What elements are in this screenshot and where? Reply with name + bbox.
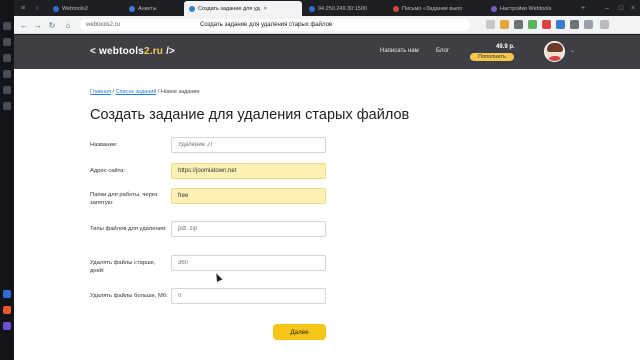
reload-icon[interactable]: ↻ [46,19,58,31]
telegram-icon[interactable] [3,290,11,298]
ext-puzzle-icon[interactable] [570,20,579,29]
page-title-in-bar: Создать задание для удаления старых файл… [200,22,333,28]
page-content: Главная / Список заданий / Новое задание… [14,69,640,360]
settings-icon[interactable] [3,102,11,110]
tab-settings[interactable]: Настройки Webtools [486,1,574,16]
close-window-icon[interactable]: × [628,3,638,13]
balance: 49.9 р. [496,44,515,50]
avatar-hair [547,43,563,52]
new-tab-icon[interactable]: + [578,3,588,13]
tab-favicon [129,5,135,12]
name-label: Название: [90,142,118,148]
settings-ext-icon[interactable] [514,20,523,29]
bigger-label: Удалять файлы больше, Мб: [90,293,168,299]
tab-label: Создать задание для уд [198,5,260,12]
bookmarks-icon[interactable] [3,54,11,62]
tab-favicon [309,5,315,12]
bigger-mb-input[interactable] [171,288,326,304]
camera-icon[interactable] [486,20,495,29]
screen: ≡ › Webtools2 Анкеты Создать задание для… [0,0,640,360]
home-icon[interactable]: ⌂ [62,19,74,31]
tab-ankety[interactable]: Анкеты [124,1,182,16]
tab-favicon [189,5,195,12]
tab-create-task[interactable]: Создать задание для уд × [184,1,302,16]
tab-webtools2[interactable]: Webtools2 [48,1,122,16]
ext-blue-icon[interactable] [556,20,565,29]
site-input[interactable]: https://joomlatown.net [171,163,326,179]
url-text: webtools2.ru [86,22,121,28]
tab-search-icon[interactable]: › [32,3,42,13]
tab-label: 94.250.249.30:1500 [318,5,367,12]
profile-icon[interactable] [584,20,593,29]
tab-favicon [53,5,59,12]
breadcrumb-separator: / [157,89,160,95]
back-icon[interactable]: ← [18,19,30,31]
blog-link[interactable]: Блог [436,48,449,54]
site-header: < webtools2.ru /> Написать нам Блог 49.9… [14,35,640,69]
write-us-link[interactable]: Написать нам [380,48,419,54]
app-icon[interactable] [3,306,11,314]
breadcrumb-separator: / [112,89,114,95]
close-tab-icon[interactable]: × [264,6,267,12]
chevron-down-icon[interactable]: ⌄ [570,47,575,54]
vpn-icon[interactable] [3,322,11,330]
tab-strip: ≡ › Webtools2 Анкеты Создать задание для… [14,0,640,16]
browser-sidebar [0,0,14,360]
tab-mail[interactable]: Письмо «Задание выпо [388,1,484,16]
tab-label: Анкеты [138,5,157,12]
breadcrumb-tasks[interactable]: Список заданий [116,89,157,95]
logo-prefix: < webtools [90,46,144,57]
topup-button[interactable]: Пополнить [470,53,514,61]
tab-label: Настройки Webtools [500,5,552,12]
older-label: Удалять файлы старше, дней: [90,260,156,274]
site-label: Адрес сайта: [90,168,125,174]
breadcrumb-current: Новое задание [160,89,200,95]
history-icon[interactable] [3,38,11,46]
download-icon[interactable] [528,20,537,29]
name-input[interactable] [171,137,326,153]
tab-label: Письмо «Задание выпо [402,5,463,12]
tab-menu-icon[interactable]: ≡ [18,3,28,13]
tab-label: Webtools2 [62,5,88,12]
page-title: Создать задание для удаления старых файл… [90,107,410,123]
browser-toolbar: ← → ↻ ⌂ webtools2.ru Создать задание для… [14,16,640,34]
tab-favicon [393,5,399,12]
forward-icon[interactable]: → [32,19,44,31]
avatar-shirt [548,56,562,61]
address-bar[interactable]: webtools2.ru Создать задание для удалени… [80,19,470,31]
ext-red-icon[interactable] [542,20,551,29]
menu-icon[interactable] [600,20,609,29]
messenger-icon[interactable] [3,22,11,30]
logo-suffix: /> [163,46,176,57]
types-input[interactable] [171,221,326,237]
site-logo[interactable]: < webtools2.ru /> [90,46,175,57]
avatar[interactable] [544,41,565,62]
speed-dial-icon[interactable] [3,70,11,78]
maximize-icon[interactable]: □ [616,3,626,13]
player-icon[interactable] [3,86,11,94]
next-button[interactable]: Далее [273,324,326,340]
types-label: Типы файлов для удаления: [90,226,167,232]
breadcrumb-home[interactable]: Главная [90,89,111,95]
breadcrumb: Главная / Список заданий / Новое задание [90,89,200,95]
older-days-input[interactable] [171,255,326,271]
extension-icon[interactable] [500,20,509,29]
minimize-icon[interactable]: – [602,3,612,13]
folders-label: Папки для работы, через запятую: [90,192,158,206]
tab-ip[interactable]: 94.250.249.30:1500 [304,1,386,16]
tab-favicon [491,5,497,12]
logo-highlight: 2.ru [143,46,164,57]
folders-input[interactable]: free [171,188,326,204]
